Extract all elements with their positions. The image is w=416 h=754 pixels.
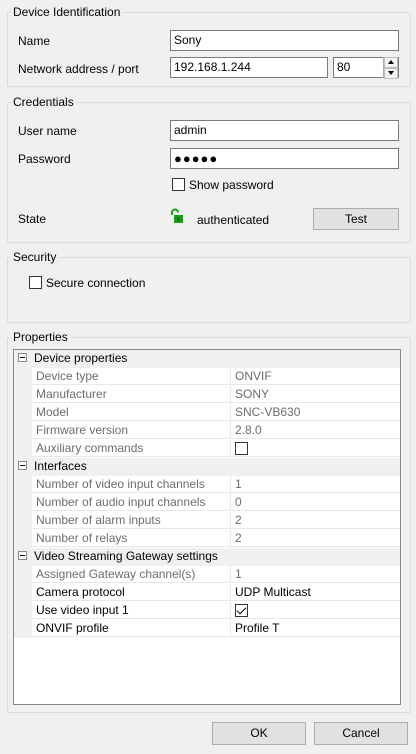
use-video-input-checkbox[interactable] (235, 604, 248, 617)
unlocked-padlock-icon (171, 208, 183, 223)
security-group (7, 257, 411, 323)
test-button[interactable]: Test (313, 208, 399, 230)
category-device-properties[interactable]: Device properties (14, 350, 400, 368)
state-label: State (18, 212, 47, 226)
property-row[interactable]: Number of audio input channels 0 (14, 494, 400, 512)
secure-connection-checkbox[interactable] (29, 276, 42, 289)
password-input[interactable]: ●●●●● (170, 148, 399, 169)
property-grid[interactable]: Device properties Device type ONVIF Manuf… (13, 349, 401, 705)
state-value: authenticated (197, 213, 270, 227)
ok-button[interactable]: OK (212, 722, 306, 745)
property-row[interactable]: ONVIF profile Profile T (14, 620, 400, 638)
property-row[interactable]: Camera protocol UDP Multicast (14, 584, 400, 602)
address-input[interactable]: 192.168.1.244 (170, 57, 328, 78)
show-password-checkbox[interactable] (172, 178, 185, 191)
username-input[interactable]: admin (170, 120, 399, 141)
collapse-minus-icon[interactable] (18, 353, 27, 362)
credentials-title: Credentials (11, 95, 76, 109)
property-row[interactable]: Auxiliary commands (14, 440, 400, 458)
category-interfaces[interactable]: Interfaces (14, 458, 400, 476)
network-address-port-label: Network address / port (18, 62, 139, 76)
property-row[interactable]: Use video input 1 (14, 602, 400, 620)
device-identification-title: Device Identification (11, 5, 123, 19)
property-row[interactable]: Number of relays 2 (14, 530, 400, 548)
cancel-button[interactable]: Cancel (314, 722, 408, 745)
password-label: Password (18, 152, 71, 166)
property-row[interactable]: Manufacturer SONY (14, 386, 400, 404)
username-label: User name (18, 124, 77, 138)
property-row[interactable]: Device type ONVIF (14, 368, 400, 386)
collapse-minus-icon[interactable] (18, 461, 27, 470)
name-input[interactable]: Sony (170, 30, 399, 51)
security-title: Security (11, 250, 59, 264)
name-label: Name (18, 34, 51, 48)
spin-down-icon[interactable] (384, 68, 398, 79)
property-row[interactable]: Firmware version 2.8.0 (14, 422, 400, 440)
properties-title: Properties (11, 330, 70, 344)
show-password-label[interactable]: Show password (189, 178, 274, 192)
secure-connection-label[interactable]: Secure connection (46, 276, 145, 290)
spin-up-icon[interactable] (384, 57, 398, 68)
property-row[interactable]: Number of alarm inputs 2 (14, 512, 400, 530)
collapse-minus-icon[interactable] (18, 551, 27, 560)
port-spinner[interactable] (383, 57, 398, 79)
property-row[interactable]: Number of video input channels 1 (14, 476, 400, 494)
property-row[interactable]: Model SNC-VB630 (14, 404, 400, 422)
auxiliary-commands-checkbox[interactable] (235, 442, 248, 455)
category-vsg-settings[interactable]: Video Streaming Gateway settings (14, 548, 400, 566)
property-row[interactable]: Assigned Gateway channel(s) 1 (14, 566, 400, 584)
